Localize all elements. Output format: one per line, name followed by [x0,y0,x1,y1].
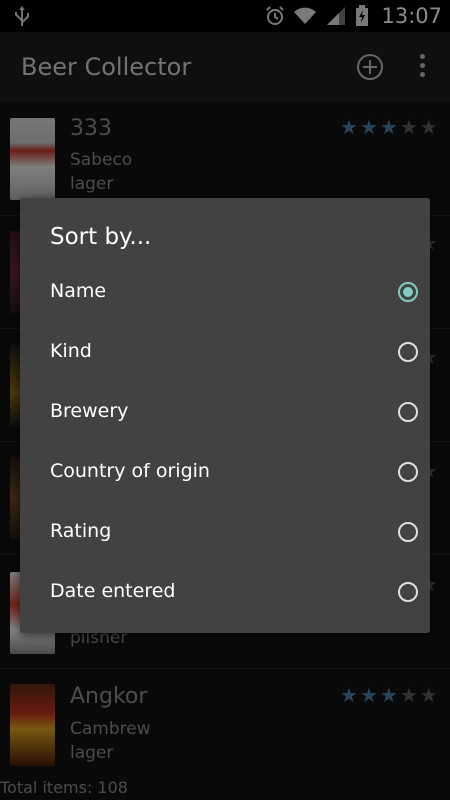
option-label: Rating [50,520,112,542]
option-label: Name [50,280,107,302]
option-label: Country of origin [50,460,210,482]
sort-option-rating[interactable]: Rating [20,504,430,564]
sort-dialog: Sort by... Name Kind Brewery Country of … [20,198,430,633]
dialog-title: Sort by... [50,224,152,250]
sort-option-date[interactable]: Date entered [20,564,430,624]
sort-option-name[interactable]: Name [20,264,430,324]
radio-button[interactable] [398,522,418,542]
sort-option-country[interactable]: Country of origin [20,444,430,504]
sort-option-brewery[interactable]: Brewery [20,384,430,444]
radio-button[interactable] [398,402,418,422]
radio-button[interactable] [398,342,418,362]
radio-button[interactable] [398,582,418,602]
radio-button[interactable] [398,282,418,302]
radio-button[interactable] [398,462,418,482]
sort-option-kind[interactable]: Kind [20,324,430,384]
option-label: Brewery [50,400,129,422]
option-label: Kind [50,340,92,362]
option-label: Date entered [50,580,176,602]
